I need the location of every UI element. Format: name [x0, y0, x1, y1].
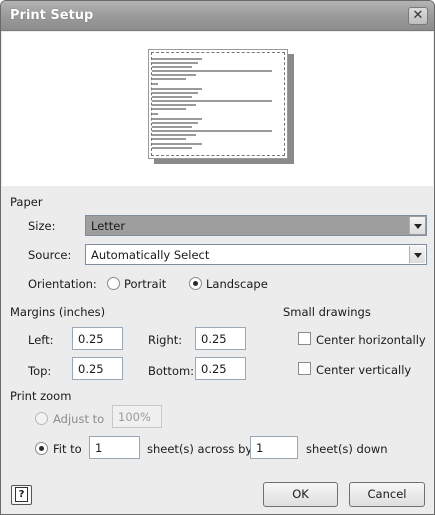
paper-size-value: Letter — [91, 219, 126, 233]
paper-section-label: Paper — [10, 195, 43, 209]
top-margin-input[interactable]: 0.25 — [72, 357, 123, 380]
print-zoom-section-label: Print zoom — [10, 389, 72, 403]
right-margin-input[interactable]: 0.25 — [195, 327, 246, 350]
fit-to-radio[interactable] — [35, 442, 48, 455]
cancel-button[interactable]: Cancel — [349, 482, 425, 507]
portrait-radio[interactable] — [107, 277, 120, 290]
source-label: Source: — [28, 248, 72, 262]
title-bar[interactable]: Print Setup ✕ — [1, 1, 434, 31]
fit-across-input[interactable]: 1 — [89, 436, 140, 459]
landscape-radio[interactable] — [189, 277, 202, 290]
bottom-margin-input[interactable]: 0.25 — [195, 357, 246, 380]
chevron-down-icon[interactable] — [409, 246, 425, 263]
paper-size-select[interactable]: Letter — [85, 215, 427, 236]
adjust-to-label[interactable]: Adjust to — [53, 412, 104, 426]
right-margin-label: Right: — [148, 333, 183, 347]
landscape-label[interactable]: Landscape — [206, 277, 268, 291]
close-button[interactable]: ✕ — [408, 7, 428, 25]
paper-source-select[interactable]: Automatically Select — [85, 244, 427, 265]
adjust-to-radio[interactable] — [35, 412, 48, 425]
print-setup-dialog: Print Setup ✕ Paper Size: Letter Source:… — [0, 0, 435, 515]
close-icon: ✕ — [412, 8, 424, 23]
portrait-label[interactable]: Portrait — [124, 277, 166, 291]
fit-to-label[interactable]: Fit to — [53, 442, 82, 456]
help-button[interactable]: ? — [11, 485, 32, 505]
paper-source-value: Automatically Select — [91, 248, 210, 262]
page-preview-area — [2, 32, 433, 186]
size-label: Size: — [28, 219, 56, 233]
center-horizontally-label[interactable]: Center horizontally — [316, 333, 426, 347]
center-horizontally-checkbox[interactable] — [298, 332, 311, 345]
small-drawings-section-label: Small drawings — [283, 305, 371, 319]
center-vertically-label[interactable]: Center vertically — [316, 363, 411, 377]
margins-section-label: Margins (inches) — [10, 305, 106, 319]
center-vertically-checkbox[interactable] — [298, 362, 311, 375]
down-label: sheet(s) down — [306, 442, 388, 456]
ok-button[interactable]: OK — [263, 482, 338, 507]
across-label: sheet(s) across by — [147, 442, 253, 456]
chevron-down-icon[interactable] — [409, 217, 425, 234]
left-margin-label: Left: — [28, 333, 54, 347]
preview-page — [148, 49, 288, 159]
top-margin-label: Top: — [28, 364, 52, 378]
fit-down-input[interactable]: 1 — [250, 436, 298, 459]
adjust-to-input[interactable]: 100% — [112, 405, 162, 428]
orientation-label: Orientation: — [28, 277, 97, 291]
dialog-title: Print Setup — [10, 8, 94, 23]
help-icon: ? — [15, 487, 28, 502]
left-margin-input[interactable]: 0.25 — [72, 327, 123, 350]
bottom-margin-label: Bottom: — [148, 364, 195, 378]
